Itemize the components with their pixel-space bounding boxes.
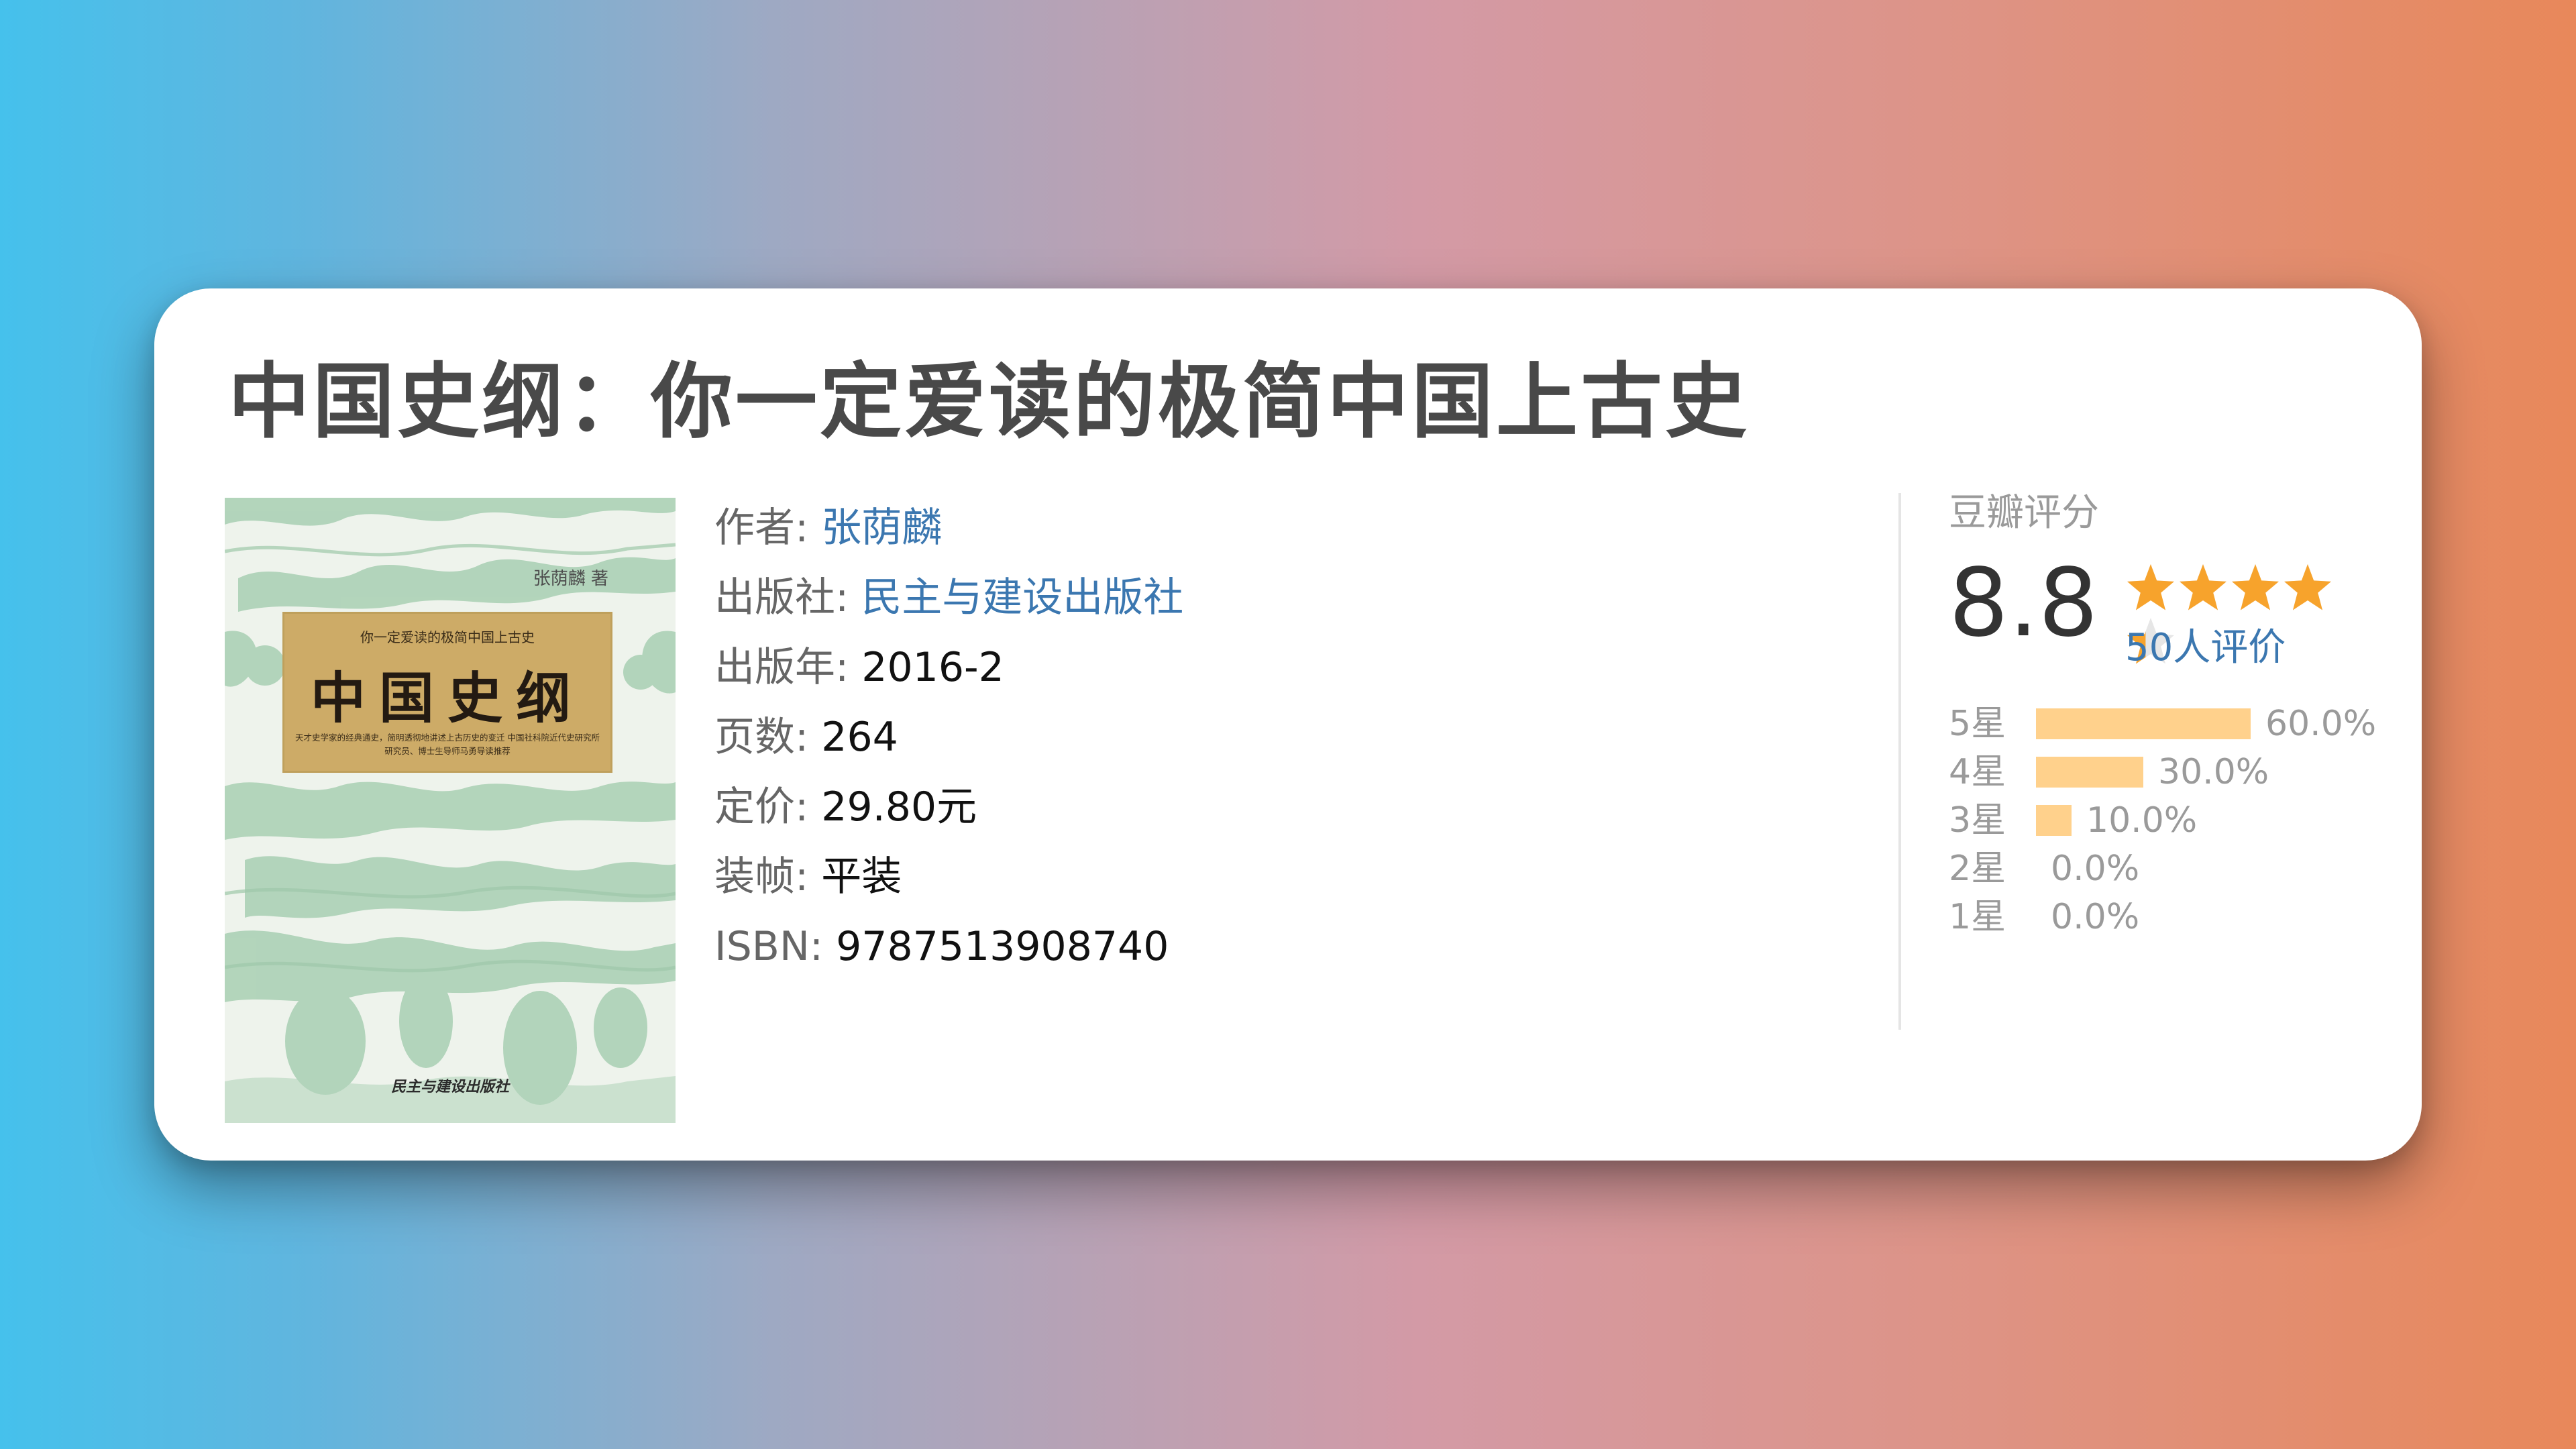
- rating-row-label: 1星: [1949, 897, 2006, 937]
- rating-distribution: 5星 60.0% 4星 30.0% 3星 10.0% 2星 0.0% 1星 0.0%: [1949, 698, 2405, 939]
- author-link[interactable]: 张荫麟: [821, 504, 942, 551]
- rating-row-5-star: 5星 60.0%: [1949, 698, 2405, 746]
- rating-bar: [2036, 805, 2072, 836]
- pages-label: 页数:: [714, 714, 809, 761]
- rating-row-3-star: 3星 10.0%: [1949, 794, 2405, 843]
- rating-row-4-star: 4星 30.0%: [1949, 746, 2405, 794]
- price-label: 定价:: [714, 784, 809, 830]
- rating-stars: [2125, 562, 2367, 664]
- star-icon: [2284, 564, 2331, 610]
- info-isbn: ISBN: 9787513908740: [714, 912, 1183, 981]
- cover-subtitle: 你一定爱读的极简中国上古史: [360, 629, 535, 645]
- book-card: 中国史纲：你一定爱读的极简中国上古史 张荫麟 著 你一定爱读的极简中国上古史 中…: [154, 288, 2422, 1161]
- rating-percent: 0.0%: [2051, 897, 2140, 937]
- rating-panel: 豆瓣评分 8.8 50人评价 5星 60.0% 4星 30.0% 3星 10.0% 2星 0.…: [1949, 483, 2405, 939]
- year-value: 2016-2: [861, 644, 1004, 691]
- info-binding: 装帧: 平装: [714, 842, 1183, 912]
- isbn-value: 9787513908740: [836, 923, 1169, 970]
- pages-value: 264: [821, 714, 898, 761]
- star-icon: [2232, 564, 2279, 610]
- cover-publisher: 民主与建设出版社: [390, 1078, 509, 1095]
- author-label: 作者:: [714, 504, 809, 551]
- info-price: 定价: 29.80元: [714, 772, 1183, 842]
- rating-score: 8.8: [1949, 549, 2098, 658]
- publisher-label: 出版社:: [714, 574, 849, 621]
- cover-author: 张荫麟 著: [533, 569, 608, 589]
- rating-row-label: 4星: [1949, 752, 2006, 792]
- cover-main-title: 中国史纲: [310, 666, 584, 731]
- rating-bar: [2036, 708, 2251, 739]
- info-pages: 页数: 264: [714, 702, 1183, 772]
- year-label: 出版年:: [714, 644, 849, 691]
- price-value: 29.80元: [821, 784, 977, 830]
- rating-row-label: 2星: [1949, 849, 2006, 889]
- info-year: 出版年: 2016-2: [714, 633, 1183, 702]
- rating-percent: 60.0%: [2265, 704, 2377, 744]
- rating-label: 豆瓣评分: [1949, 491, 2099, 535]
- rating-bar: [2036, 757, 2143, 788]
- binding-label: 装帧:: [714, 853, 809, 900]
- cover-blurb: 天才史学家的经典通史，简明透彻地讲述上古历史的变迁 中国社科院近代史研究所研究员…: [295, 733, 600, 756]
- cover-title-panel: 你一定爱读的极简中国上古史 中国史纲 天才史学家的经典通史，简明透彻地讲述上古历…: [282, 612, 612, 773]
- book-title: 中国史纲：你一定爱读的极简中国上古史: [228, 354, 1750, 449]
- info-publisher: 出版社: 民主与建设出版社: [714, 563, 1183, 633]
- binding-value: 平装: [821, 853, 902, 900]
- star-icon: [2180, 564, 2226, 610]
- score-row: 8.8 50人评价: [1949, 543, 2405, 671]
- rating-row-label: 5星: [1949, 704, 2006, 744]
- section-divider: [1898, 493, 1901, 1030]
- star-icon: [2127, 564, 2174, 610]
- book-info: 作者: 张荫麟 出版社: 民主与建设出版社 出版年: 2016-2 页数: 26…: [714, 493, 1183, 981]
- rating-row-1-star: 1星 0.0%: [1949, 891, 2405, 939]
- rating-row-label: 3星: [1949, 800, 2006, 841]
- book-cover[interactable]: 张荫麟 著 你一定爱读的极简中国上古史 中国史纲 天才史学家的经典通史，简明透彻…: [225, 498, 676, 1123]
- rating-percent: 30.0%: [2158, 752, 2269, 792]
- rating-percent: 10.0%: [2086, 800, 2198, 841]
- isbn-label: ISBN:: [714, 923, 824, 970]
- info-author: 作者: 张荫麟: [714, 493, 1183, 563]
- cover-pattern: [225, 498, 676, 1123]
- publisher-link[interactable]: 民主与建设出版社: [861, 574, 1183, 621]
- rating-percent: 0.0%: [2051, 849, 2140, 889]
- rating-votes-link[interactable]: 50人评价: [2125, 617, 2286, 672]
- rating-row-2-star: 2星 0.0%: [1949, 843, 2405, 891]
